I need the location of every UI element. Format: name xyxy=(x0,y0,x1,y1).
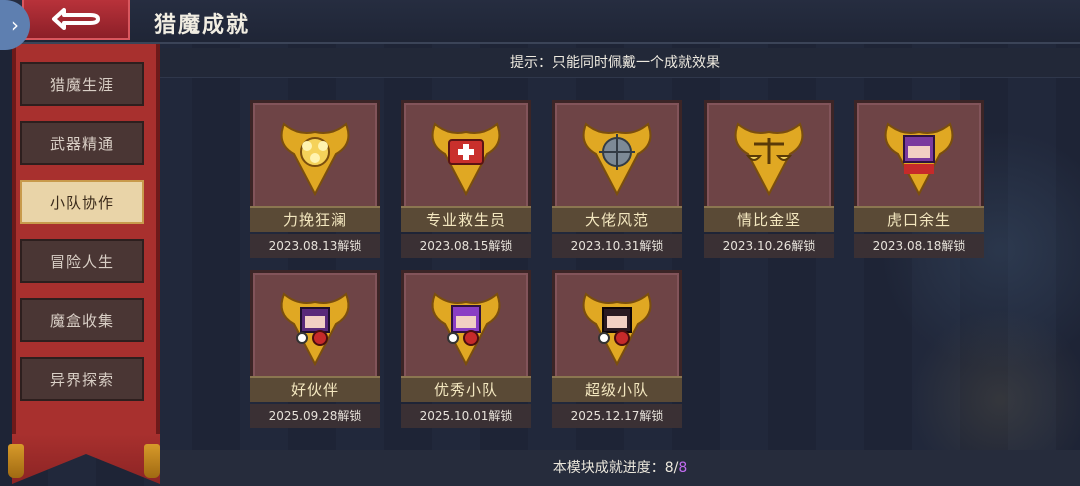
sidebar-item-weapon-mastery[interactable]: 武器精通 xyxy=(20,121,144,165)
achievement-date: 2025.09.28解锁 xyxy=(250,404,380,428)
achievement-name: 超级小队 xyxy=(552,376,682,402)
team-character-emblem-icon xyxy=(431,292,501,367)
achievement-name: 力挽狂澜 xyxy=(250,206,380,232)
sidebar-item-otherworld-exploration[interactable]: 异界探索 xyxy=(20,357,144,401)
sidebar-item-label: 冒险人生 xyxy=(49,252,114,271)
banner-tail xyxy=(12,434,160,484)
sidebar-item-team-cooperation[interactable]: 小队协作 xyxy=(20,180,144,224)
sidebar-item-box-collection[interactable]: 魔盒收集 xyxy=(20,298,144,342)
gold-emblem-icon xyxy=(280,122,350,197)
achievement-card[interactable]: 情比金坚 2023.10.26解锁 xyxy=(704,100,834,258)
achievement-date: 2023.08.18解锁 xyxy=(854,234,984,258)
sidebar-item-label: 猎魔生涯 xyxy=(49,75,114,94)
achievement-name: 大佬风范 xyxy=(552,206,682,232)
balance-scale-emblem-icon xyxy=(734,122,804,197)
sidebar-item-career[interactable]: 猎魔生涯 xyxy=(20,62,144,106)
hint-bar: 提示：只能同时佩戴一个成就效果 xyxy=(150,48,1080,78)
achievement-card[interactable]: 好伙伴 2025.09.28解锁 xyxy=(250,270,380,428)
purple-character-emblem-icon xyxy=(884,122,954,197)
sidebar-item-label: 武器精通 xyxy=(49,134,114,153)
achievement-card[interactable]: 力挽狂澜 2023.08.13解锁 xyxy=(250,100,380,258)
page-title: 猎魔成就 xyxy=(154,13,251,38)
top-bar: 猎魔成就 xyxy=(0,0,1080,44)
achievement-card[interactable]: 优秀小队 2025.10.01解锁 xyxy=(401,270,531,428)
progress-label: 本模块成就进度： xyxy=(552,460,665,476)
super-team-emblem-icon xyxy=(582,292,652,367)
tassel-right-icon xyxy=(144,444,160,478)
achievement-name: 好伙伴 xyxy=(250,376,380,402)
sidebar-item-adventure-life[interactable]: 冒险人生 xyxy=(20,239,144,283)
sidebar-item-label: 异界探索 xyxy=(49,370,114,389)
progress-current: 8 xyxy=(664,460,674,476)
achievement-date: 2023.08.13解锁 xyxy=(250,234,380,258)
sidebar-item-label: 小队协作 xyxy=(49,193,114,212)
achievement-date: 2023.08.15解锁 xyxy=(401,234,531,258)
achievement-date: 2025.10.01解锁 xyxy=(401,404,531,428)
achievement-date: 2023.10.26解锁 xyxy=(704,234,834,258)
achievement-card[interactable]: 超级小队 2025.12.17解锁 xyxy=(552,270,682,428)
progress-footer: 本模块成就进度：8/8 xyxy=(160,450,1080,486)
achievement-date: 2023.10.31解锁 xyxy=(552,234,682,258)
achievement-card[interactable]: 专业救生员 2023.08.15解锁 xyxy=(401,100,531,258)
achievement-card[interactable]: 大佬风范 2023.10.31解锁 xyxy=(552,100,682,258)
tassel-left-icon xyxy=(8,444,24,478)
achievement-name: 情比金坚 xyxy=(704,206,834,232)
medkit-emblem-icon xyxy=(431,122,501,197)
partner-character-emblem-icon xyxy=(280,292,350,367)
achievement-date: 2025.12.17解锁 xyxy=(552,404,682,428)
achievement-card[interactable]: 虎口余生 2023.08.18解锁 xyxy=(854,100,984,258)
achievement-name: 虎口余生 xyxy=(854,206,984,232)
back-arrow-icon xyxy=(52,8,100,30)
achievement-name: 优秀小队 xyxy=(401,376,531,402)
steel-ball-emblem-icon xyxy=(582,122,652,197)
back-button[interactable] xyxy=(22,0,130,40)
chevron-right-icon: › xyxy=(11,13,19,37)
progress-total: 8 xyxy=(678,460,688,476)
achievement-name: 专业救生员 xyxy=(401,206,531,232)
sidebar-banner: 猎魔生涯 武器精通 小队协作 冒险人生 魔盒收集 异界探索 xyxy=(8,44,160,484)
sidebar-item-label: 魔盒收集 xyxy=(49,311,114,330)
